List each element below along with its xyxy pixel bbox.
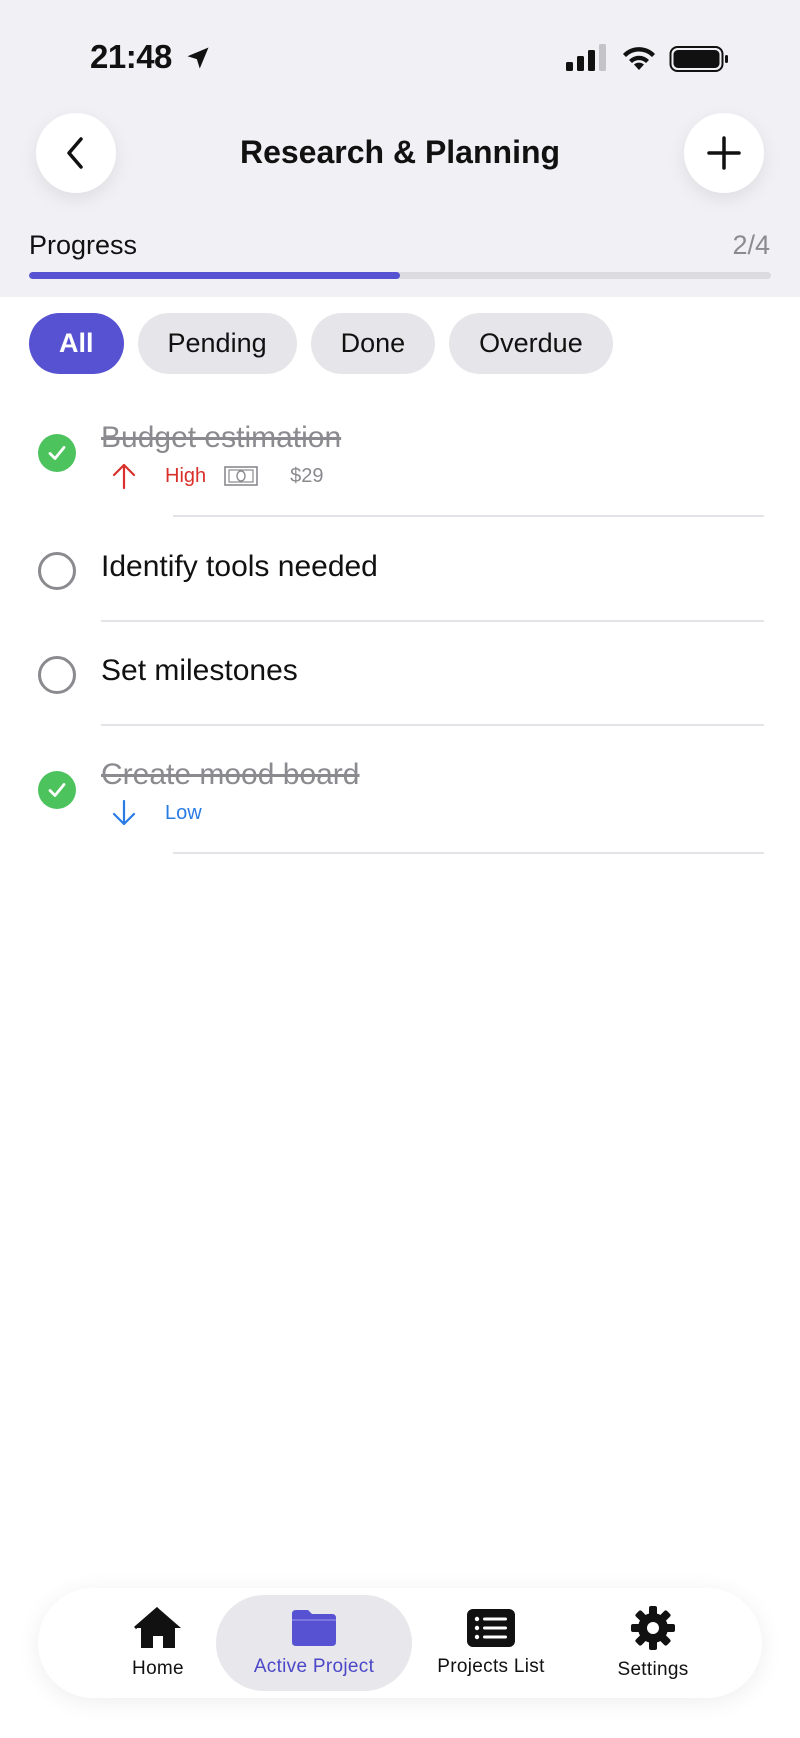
checkmark-icon (48, 783, 66, 797)
divider (173, 852, 764, 854)
list-icon (467, 1609, 515, 1647)
progress-label: Progress (29, 230, 138, 260)
plus-icon (707, 136, 741, 170)
filter-all[interactable]: All (29, 313, 124, 374)
filter-done[interactable]: Done (310, 313, 436, 374)
progress-count: 2/4 (732, 230, 770, 260)
task-title: Identify tools needed (101, 550, 378, 583)
tab-projects-list[interactable]: Projects List (406, 1588, 576, 1698)
tab-settings[interactable]: Settings (598, 1588, 708, 1698)
task-meta: Low (101, 799, 202, 827)
page-title: Research & Planning (239, 134, 561, 170)
wifi-icon (623, 47, 655, 70)
priority-label: High (165, 464, 207, 487)
location-arrow-icon (187, 47, 209, 69)
arrow-up-icon (112, 463, 136, 490)
tab-label: Active Project (253, 1656, 375, 1677)
filter-overdue[interactable]: Overdue (449, 313, 613, 374)
task-title: Budget estimation (101, 421, 342, 454)
task-checkbox-done[interactable] (38, 771, 76, 809)
tab-home[interactable]: Home (98, 1588, 218, 1698)
task-meta: High $29 (101, 462, 324, 490)
checkmark-icon (48, 446, 66, 460)
tab-active-project[interactable]: Active Project (216, 1588, 412, 1698)
price-label: $29 (290, 464, 324, 487)
status-time: 21:48 (90, 38, 172, 75)
battery-icon (669, 46, 728, 72)
tab-label: Projects List (437, 1656, 545, 1677)
filter-chips: All Pending Done Overdue (29, 313, 613, 374)
task-title: Create mood board (101, 758, 360, 791)
gear-icon (631, 1606, 675, 1650)
house-icon (134, 1606, 181, 1648)
divider (101, 724, 764, 726)
banknote-icon (224, 466, 258, 486)
tab-label: Settings (617, 1659, 689, 1680)
folder-icon (292, 1610, 336, 1646)
add-task-button[interactable] (684, 113, 764, 193)
divider (101, 620, 764, 622)
task-checkbox[interactable] (38, 656, 76, 694)
filter-pending[interactable]: Pending (137, 313, 297, 374)
task-title: Set milestones (101, 654, 298, 687)
divider (173, 515, 764, 517)
tab-label: Home (132, 1658, 184, 1679)
progress-fill (29, 272, 400, 279)
task-checkbox[interactable] (38, 552, 76, 590)
priority-label: Low (165, 801, 202, 824)
tab-bar: Home Active Project Projects List Settin… (38, 1588, 762, 1698)
task-checkbox-done[interactable] (38, 434, 76, 472)
cellular-signal-icon (566, 44, 606, 71)
progress-bar (29, 272, 771, 279)
arrow-down-icon (112, 799, 136, 826)
